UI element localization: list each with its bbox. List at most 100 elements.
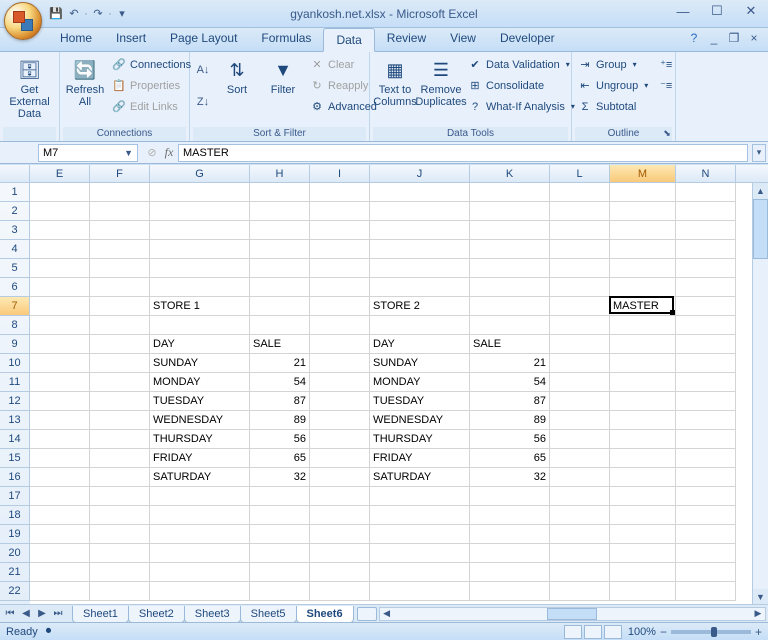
cell[interactable]: WEDNESDAY bbox=[150, 411, 250, 430]
cell[interactable] bbox=[250, 582, 310, 601]
row-header[interactable]: 19 bbox=[0, 525, 30, 544]
cell[interactable] bbox=[470, 278, 550, 297]
cell[interactable] bbox=[370, 221, 470, 240]
cell[interactable] bbox=[550, 278, 610, 297]
cell[interactable] bbox=[610, 354, 676, 373]
sheet-tab[interactable]: Sheet2 bbox=[128, 606, 185, 623]
refresh-all-button[interactable]: 🔄 Refresh All bbox=[63, 54, 107, 112]
cell[interactable]: DAY bbox=[370, 335, 470, 354]
column-header[interactable]: J bbox=[370, 165, 470, 182]
cell[interactable] bbox=[250, 278, 310, 297]
zoom-in-button[interactable]: + bbox=[755, 625, 762, 639]
dialog-launcher-icon[interactable]: ⬊ bbox=[661, 127, 673, 139]
cell[interactable] bbox=[30, 487, 90, 506]
hscroll-thumb[interactable] bbox=[547, 608, 597, 620]
cell[interactable]: 65 bbox=[470, 449, 550, 468]
cell[interactable] bbox=[550, 582, 610, 601]
cell[interactable] bbox=[90, 373, 150, 392]
cell[interactable]: TUESDAY bbox=[150, 392, 250, 411]
cell[interactable] bbox=[610, 449, 676, 468]
cell[interactable] bbox=[30, 392, 90, 411]
row-header[interactable]: 7 bbox=[0, 297, 30, 316]
cell[interactable] bbox=[676, 373, 736, 392]
cell[interactable] bbox=[310, 221, 370, 240]
close-button[interactable]: ✕ bbox=[738, 2, 764, 20]
row-header[interactable]: 8 bbox=[0, 316, 30, 335]
cell[interactable] bbox=[550, 468, 610, 487]
show-detail-button[interactable]: ⁺≡ bbox=[657, 54, 675, 75]
row-header[interactable]: 10 bbox=[0, 354, 30, 373]
column-header[interactable]: E bbox=[30, 165, 90, 182]
cell[interactable] bbox=[30, 582, 90, 601]
help-icon[interactable]: ? bbox=[686, 31, 702, 47]
column-header[interactable]: L bbox=[550, 165, 610, 182]
cell[interactable]: STORE 2 bbox=[370, 297, 470, 316]
cell[interactable] bbox=[150, 544, 250, 563]
zoom-out-button[interactable]: − bbox=[660, 625, 667, 639]
qat-more-icon[interactable]: ▾ bbox=[114, 6, 130, 22]
expand-formula-icon[interactable]: ▾ bbox=[752, 144, 766, 162]
cell[interactable] bbox=[676, 582, 736, 601]
cell[interactable] bbox=[90, 221, 150, 240]
cell[interactable]: THURSDAY bbox=[370, 430, 470, 449]
cell[interactable] bbox=[250, 563, 310, 582]
cell[interactable] bbox=[250, 202, 310, 221]
cell[interactable] bbox=[90, 506, 150, 525]
cell[interactable] bbox=[150, 278, 250, 297]
cell[interactable] bbox=[676, 335, 736, 354]
column-header[interactable]: K bbox=[470, 165, 550, 182]
cell[interactable] bbox=[90, 259, 150, 278]
scroll-down-icon[interactable]: ▼ bbox=[753, 589, 768, 605]
cell[interactable] bbox=[90, 392, 150, 411]
cell[interactable] bbox=[550, 487, 610, 506]
cell[interactable]: 32 bbox=[250, 468, 310, 487]
cell[interactable] bbox=[30, 278, 90, 297]
group-button[interactable]: ⇥Group▾ bbox=[575, 54, 651, 75]
reapply-button[interactable]: ↻Reapply bbox=[307, 75, 380, 96]
row-header[interactable]: 6 bbox=[0, 278, 30, 297]
maximize-button[interactable]: ☐ bbox=[704, 2, 730, 20]
cell[interactable] bbox=[470, 544, 550, 563]
cell[interactable] bbox=[150, 563, 250, 582]
cell[interactable] bbox=[470, 487, 550, 506]
ungroup-button[interactable]: ⇤Ungroup▾ bbox=[575, 75, 651, 96]
cell[interactable] bbox=[150, 487, 250, 506]
cell[interactable] bbox=[310, 392, 370, 411]
cell[interactable] bbox=[676, 392, 736, 411]
remove-duplicates-button[interactable]: ☰ Remove Duplicates bbox=[419, 54, 463, 112]
cell[interactable] bbox=[676, 297, 736, 316]
cell[interactable] bbox=[610, 487, 676, 506]
cell[interactable] bbox=[30, 354, 90, 373]
save-icon[interactable]: 💾 bbox=[48, 6, 64, 22]
cell[interactable] bbox=[150, 183, 250, 202]
cell[interactable] bbox=[30, 297, 90, 316]
row-header[interactable]: 18 bbox=[0, 506, 30, 525]
cell[interactable] bbox=[610, 259, 676, 278]
cell[interactable] bbox=[30, 183, 90, 202]
cell[interactable] bbox=[676, 411, 736, 430]
cell[interactable] bbox=[310, 411, 370, 430]
cell[interactable] bbox=[370, 582, 470, 601]
row-header[interactable]: 17 bbox=[0, 487, 30, 506]
cell[interactable] bbox=[310, 544, 370, 563]
column-header[interactable]: I bbox=[310, 165, 370, 182]
cell[interactable]: SALE bbox=[250, 335, 310, 354]
cell[interactable] bbox=[610, 430, 676, 449]
sort-desc-button[interactable]: Z↓ bbox=[193, 86, 213, 118]
cell[interactable] bbox=[550, 449, 610, 468]
cell[interactable] bbox=[30, 563, 90, 582]
advanced-button[interactable]: ⚙Advanced bbox=[307, 96, 380, 117]
cell[interactable] bbox=[30, 240, 90, 259]
tab-insert[interactable]: Insert bbox=[104, 27, 158, 51]
cell[interactable] bbox=[370, 487, 470, 506]
macro-record-icon[interactable]: ⏺ bbox=[46, 625, 52, 638]
cell[interactable] bbox=[550, 544, 610, 563]
cell[interactable] bbox=[310, 183, 370, 202]
cell[interactable] bbox=[150, 202, 250, 221]
cell[interactable] bbox=[310, 259, 370, 278]
cell[interactable]: TUESDAY bbox=[370, 392, 470, 411]
column-header[interactable]: N bbox=[676, 165, 736, 182]
cell[interactable] bbox=[610, 335, 676, 354]
row-header[interactable]: 1 bbox=[0, 183, 30, 202]
get-external-data-button[interactable]: 🗄 Get External Data bbox=[3, 54, 56, 124]
